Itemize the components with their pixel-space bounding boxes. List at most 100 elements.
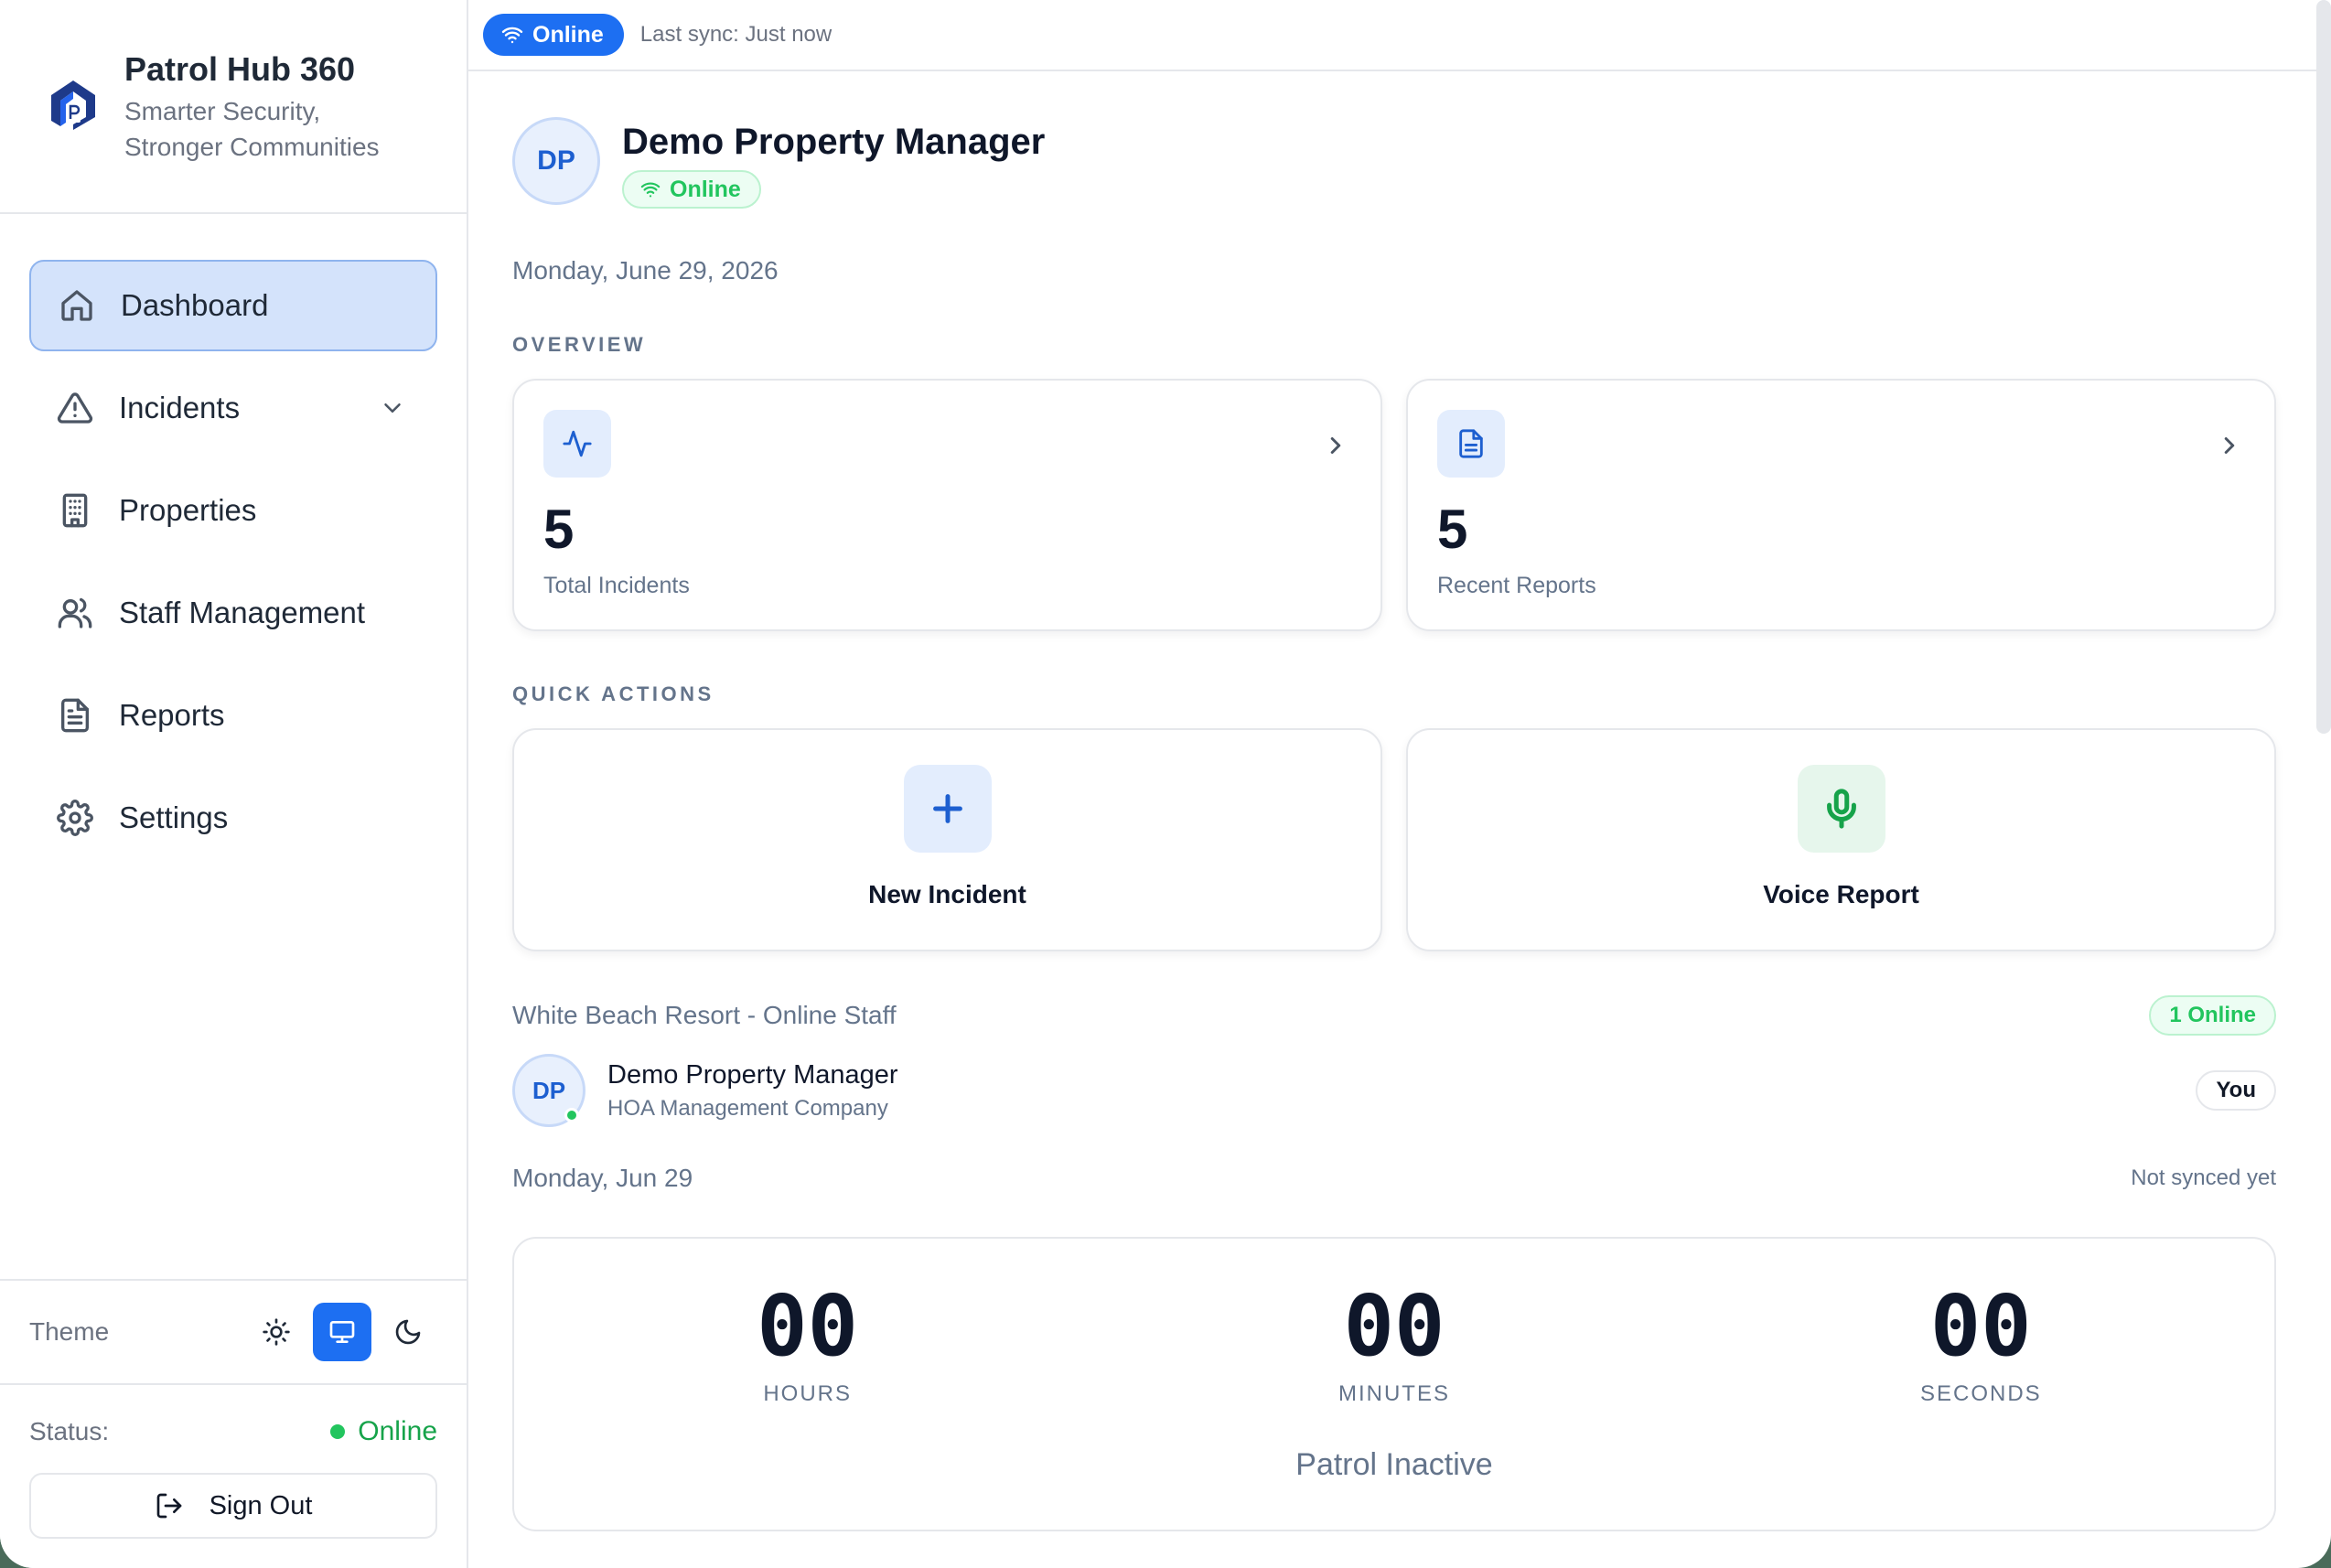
current-date: Monday, June 29, 2026	[512, 256, 779, 285]
online-staff-title: White Beach Resort - Online Staff	[512, 1001, 897, 1029]
sidebar-item-reports[interactable]: Reports	[29, 670, 437, 761]
app-tagline: Smarter Security, Stronger Communities	[124, 93, 380, 165]
users-icon	[58, 597, 92, 628]
status-value: Online	[358, 1416, 437, 1446]
sidebar-item-label: Staff Management	[119, 596, 366, 629]
sidebar-item-settings[interactable]: Settings	[29, 772, 437, 864]
connection-status: Status: Online	[29, 1416, 437, 1447]
gear-icon	[57, 800, 93, 836]
total-incidents-card[interactable]: 5 Total Incidents	[512, 379, 1382, 631]
overview-heading: OVERVIEW	[512, 333, 647, 356]
total-incidents-value: 5	[543, 499, 575, 560]
sign-out-button[interactable]: Sign Out	[29, 1473, 437, 1539]
scrollbar[interactable]	[2316, 0, 2331, 734]
chevron-right-icon	[1330, 437, 1341, 454]
brand-header: Patrol Hub 360 Smarter Security, Stronge…	[0, 0, 467, 214]
action-icon-wrap	[903, 765, 992, 853]
tagline-line-1: Smarter Security,	[124, 97, 321, 125]
patrol-sync-status: Not synced yet	[2131, 1165, 2276, 1190]
online-status-label: Online	[532, 21, 604, 48]
theme-system-button[interactable]	[313, 1303, 371, 1361]
user-status-badge: Online	[622, 170, 761, 209]
activity-icon	[563, 430, 592, 457]
sidebar-item-label: Reports	[119, 698, 225, 732]
you-badge: You	[2196, 1070, 2276, 1111]
theme-dark-button[interactable]	[379, 1303, 437, 1361]
patrol-hub-logo-icon	[51, 81, 95, 130]
sidebar-item-label: Properties	[119, 493, 257, 527]
sidebar-item-properties[interactable]: Properties	[29, 465, 437, 556]
online-staff-header: White Beach Resort - Online Staff 1 Onli…	[512, 995, 2276, 1036]
minutes-value: 00	[1343, 1277, 1445, 1375]
log-out-icon	[156, 1493, 181, 1519]
user-name: Demo Property Manager	[622, 122, 1046, 162]
sidebar-item-staff-management[interactable]: Staff Management	[29, 567, 437, 659]
quick-actions: New Incident Voice Report	[512, 728, 2276, 951]
dashboard-content: DP Demo Property Manager Online Monday, …	[468, 71, 2331, 1531]
overview-cards: 5 Total Incidents 5 Recent Reports	[512, 379, 2276, 631]
theme-label: Theme	[29, 1317, 110, 1346]
microphone-icon	[1826, 789, 1856, 829]
plus-icon	[932, 794, 962, 823]
wifi-icon	[501, 27, 523, 44]
action-icon-wrap	[1797, 765, 1885, 853]
monitor-icon	[329, 1321, 355, 1343]
recent-reports-label: Recent Reports	[1437, 573, 1596, 598]
new-incident-button[interactable]: New Incident	[512, 728, 1382, 951]
patrol-header: Monday, Jun 29 Not synced yet	[512, 1164, 2276, 1193]
file-text-icon	[1459, 429, 1483, 458]
staff-organization: HOA Management Company	[607, 1095, 888, 1121]
timer-minutes: 00 MINUTES	[1101, 1281, 1687, 1407]
avatar: DP	[512, 1054, 585, 1127]
chevron-right-icon	[2224, 437, 2235, 454]
online-count-badge: 1 Online	[2149, 995, 2276, 1036]
alert-triangle-icon	[57, 392, 93, 424]
online-status-pill[interactable]: Online	[483, 14, 624, 56]
moon-icon	[395, 1319, 421, 1345]
sign-out-label: Sign Out	[209, 1490, 313, 1520]
stat-icon-wrap	[543, 410, 611, 478]
chevron-down-icon[interactable]	[379, 394, 406, 422]
avatar-initials: DP	[532, 1076, 566, 1104]
app-title: Patrol Hub 360	[124, 50, 356, 88]
timer-hours: 00 HOURS	[514, 1281, 1101, 1407]
sun-icon	[263, 1318, 290, 1346]
sidebar-item-label: Settings	[119, 800, 229, 834]
timer-seconds: 00 SECONDS	[1688, 1281, 2274, 1407]
avatar: DP	[512, 117, 600, 205]
wifi-icon	[640, 182, 661, 198]
theme-light-button[interactable]	[247, 1303, 306, 1361]
file-text-icon	[61, 698, 90, 733]
sidebar-item-dashboard[interactable]: Dashboard	[29, 260, 437, 351]
sidebar-item-label: Incidents	[119, 391, 241, 424]
new-incident-label: New Incident	[868, 880, 1026, 908]
minutes-label: MINUTES	[1337, 1381, 1450, 1406]
sidebar-item-label: Dashboard	[121, 288, 269, 322]
patrol-timer-card: 00 HOURS 00 MINUTES 00 SECONDS Patrol In…	[512, 1237, 2276, 1531]
theme-switcher: Theme	[0, 1279, 467, 1385]
quick-actions-heading: QUICK ACTIONS	[512, 682, 714, 705]
voice-report-button[interactable]: Voice Report	[1406, 728, 2276, 951]
sidebar-item-incidents[interactable]: Incidents	[29, 362, 437, 454]
recent-reports-value: 5	[1437, 499, 1468, 560]
seconds-label: SECONDS	[1919, 1381, 2042, 1406]
user-status-label: Online	[670, 176, 741, 202]
seconds-value: 00	[1929, 1277, 2032, 1375]
app-window: Patrol Hub 360 Smarter Security, Stronge…	[0, 0, 2331, 1568]
staff-name: Demo Property Manager	[607, 1059, 898, 1090]
patrol-date: Monday, Jun 29	[512, 1164, 693, 1192]
sidebar: Patrol Hub 360 Smarter Security, Stronge…	[0, 0, 468, 1568]
home-icon	[61, 290, 92, 321]
main-content: Online Last sync: Just now DP Demo Prope…	[468, 0, 2331, 1568]
patrol-status: Patrol Inactive	[1295, 1447, 1493, 1482]
online-indicator	[564, 1108, 579, 1122]
voice-report-label: Voice Report	[1763, 880, 1919, 908]
user-profile: DP Demo Property Manager Online	[512, 117, 2276, 209]
stat-icon-wrap	[1437, 410, 1505, 478]
building-icon	[62, 493, 88, 528]
tagline-line-2: Stronger Communities	[124, 133, 380, 161]
status-label: Status:	[29, 1417, 110, 1445]
top-bar: Online Last sync: Just now	[468, 0, 2331, 71]
list-item: DP Demo Property Manager HOA Management …	[512, 1054, 2276, 1127]
recent-reports-card[interactable]: 5 Recent Reports	[1406, 379, 2276, 631]
